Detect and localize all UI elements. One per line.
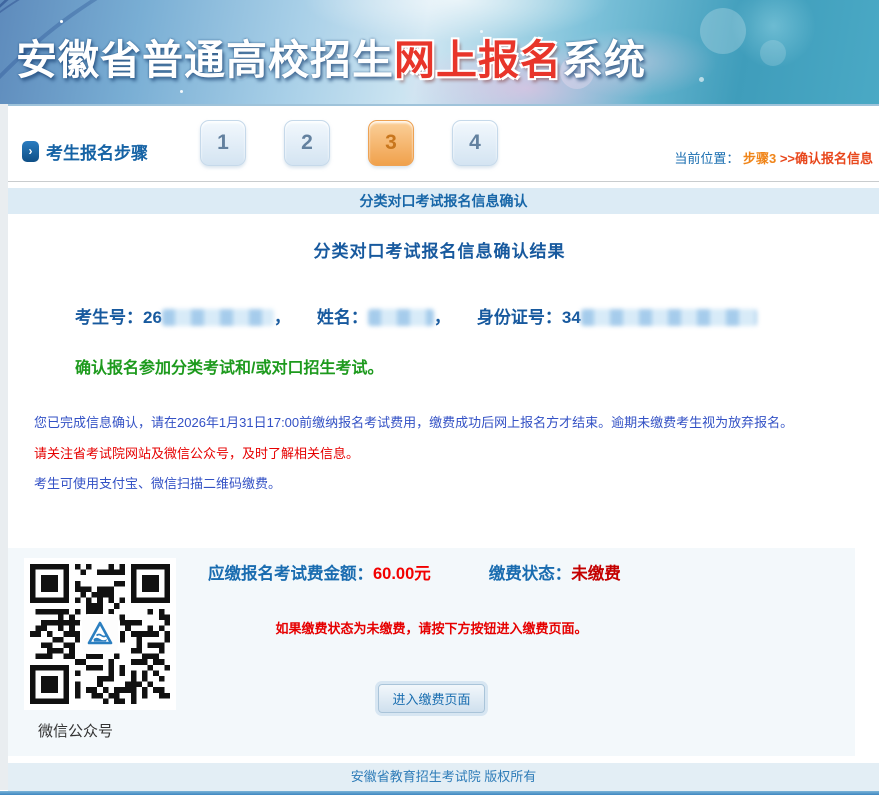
- breadcrumb: 当前位置： 步骤3 >>确认报名信息: [674, 148, 873, 167]
- id-redacted: [580, 309, 757, 326]
- page-margin-strip: [0, 104, 8, 790]
- step-1-button[interactable]: 1: [200, 120, 246, 166]
- exam-no-label: 考生号：: [75, 308, 143, 327]
- confirm-statement: 确认报名参加分类考试和/或对口招生考试。: [75, 360, 384, 377]
- payment-summary-row: 应缴报名考试费金额：60.00元 缴费状态：未缴费: [208, 560, 621, 584]
- notice-deadline: 您已完成信息确认，请在2026年1月31日17:00前缴纳报名考试费用，缴费成功…: [34, 415, 794, 430]
- steps-row: 考生报名步骤 1 2 3 4 当前位置： 步骤3 >>确认报名信息: [8, 106, 879, 180]
- notice-scan-pay: 考生可使用支付宝、微信扫描二维码缴费。: [34, 476, 282, 491]
- payment-instruction: 如果缴费状态为未缴费，请按下方按钮进入缴费页面。: [275, 621, 588, 636]
- bottom-accent-bar: [0, 791, 879, 795]
- step-4-button[interactable]: 4: [452, 120, 498, 166]
- site-title: 安徽省普通高校招生网上报名系统: [16, 26, 646, 86]
- footer-copyright: 安徽省教育招生考试院 版权所有: [8, 763, 879, 791]
- enter-payment-button[interactable]: 进入缴费页面: [378, 684, 485, 713]
- decorative-bokeh: [700, 8, 746, 54]
- site-title-part1: 安徽省普通高校招生: [16, 37, 394, 83]
- breadcrumb-page: >>确认报名信息: [779, 151, 873, 166]
- id-label: 身份证号：: [476, 308, 562, 327]
- header-banner: 安徽省普通高校招生网上报名系统: [0, 0, 879, 106]
- exam-no-prefix: 26: [143, 308, 162, 327]
- arrow-badge-icon: [22, 141, 39, 162]
- decorative-bokeh: [760, 40, 786, 66]
- button-row: 进入缴费页面: [8, 684, 855, 713]
- breadcrumb-step: 步骤3: [742, 151, 780, 166]
- amount-label: 应缴报名考试费金额：: [208, 565, 373, 583]
- qr-caption: 微信公众号: [38, 723, 114, 740]
- name-redacted: [367, 309, 434, 326]
- site-title-part2: 系统: [562, 37, 646, 83]
- name-label: 姓名：: [316, 308, 368, 327]
- steps-title-label: 考生报名步骤: [46, 144, 148, 163]
- id-prefix: 34: [561, 308, 581, 327]
- status-label: 缴费状态：: [488, 565, 572, 583]
- page: 安徽省普通高校招生网上报名系统 考生报名步骤 1 2 3 4 当前位置： 步骤3…: [0, 0, 879, 795]
- breadcrumb-label: 当前位置：: [674, 151, 740, 166]
- result-title: 分类对口考试报名信息确认结果: [313, 242, 566, 261]
- candidate-info-row: 考生号：26 ， 姓名： ， 身份证号：34: [75, 303, 757, 328]
- steps-title: 考生报名步骤: [22, 139, 148, 164]
- step-3-button[interactable]: 3: [368, 120, 414, 166]
- site-title-highlight: 网上报名: [394, 37, 562, 83]
- divider: [8, 181, 879, 182]
- step-2-button[interactable]: 2: [284, 120, 330, 166]
- step-buttons: 1 2 3 4: [200, 120, 498, 166]
- decorative-sparkles: [60, 20, 63, 23]
- payment-panel: 微信公众号 应缴报名考试费金额：60.00元 缴费状态：未缴费 如果缴费状态为未缴…: [8, 548, 855, 756]
- comma: ，: [273, 308, 291, 327]
- exam-no-redacted: [161, 309, 274, 326]
- amount-value: 60.00元: [373, 565, 431, 583]
- notice-follow-official: 请关注省考试院网站及微信公众号，及时了解相关信息。: [34, 446, 360, 461]
- section-title-bar: 分类对口考试报名信息确认: [8, 188, 879, 214]
- status-value: 未缴费: [571, 565, 621, 583]
- comma: ，: [433, 308, 451, 327]
